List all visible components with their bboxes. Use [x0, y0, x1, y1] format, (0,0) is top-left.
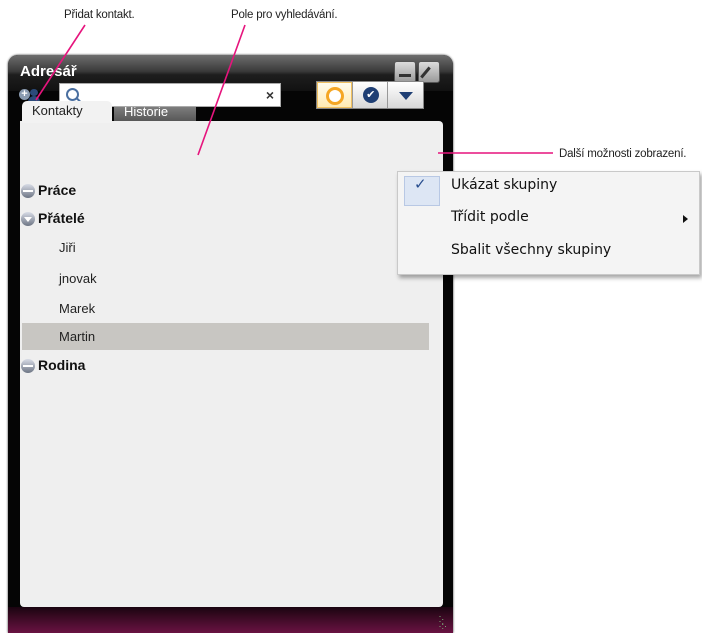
checkmark-icon: ✓: [414, 175, 427, 193]
contact-item[interactable]: Marek: [22, 295, 429, 322]
search-icon: [66, 88, 79, 101]
menu-item-label: Třídit podle: [451, 209, 529, 225]
callout-more-options: Další možnosti zobrazení.: [559, 148, 687, 160]
resize-grip-icon[interactable]: · ·: ·:·: [439, 612, 448, 631]
collapse-icon: [21, 184, 35, 198]
contact-item[interactable]: jnovak: [22, 265, 429, 292]
edit-button[interactable]: [418, 61, 440, 83]
contact-name: Jiři: [59, 240, 76, 255]
contact-name: Martin: [59, 329, 96, 344]
person-icon: [30, 89, 38, 96]
menu-item-collapse-all[interactable]: Sbalit všechny skupiny: [398, 242, 699, 269]
collapse-icon: [21, 359, 35, 373]
tab-kontakty[interactable]: Kontakty: [22, 101, 112, 123]
submenu-arrow-icon: [683, 215, 688, 223]
ring-icon: [326, 87, 344, 105]
menu-item-label: Sbalit všechny skupiny: [451, 242, 612, 258]
minimize-button[interactable]: [394, 61, 416, 83]
callout-search-field: Pole pro vyhledávání.: [231, 9, 338, 21]
group-label: Rodina: [38, 357, 86, 373]
group-label: Práce: [38, 182, 77, 198]
expand-icon: [21, 212, 35, 226]
more-options-button[interactable]: [388, 82, 423, 108]
online-filter-button[interactable]: [317, 82, 353, 108]
view-options-menu: ✓ Ukázat skupiny Třídit podle Sbalit vše…: [397, 171, 700, 275]
contact-name: Marek: [59, 301, 96, 316]
menu-item-show-groups[interactable]: ✓ Ukázat skupiny: [398, 172, 699, 206]
check-badge-icon: ✔: [362, 87, 379, 103]
chevron-down-icon: [399, 92, 414, 100]
status-bar: · ·: ·:·: [8, 607, 453, 633]
clear-search-icon[interactable]: ×: [266, 87, 274, 103]
menu-item-label: Ukázat skupiny: [451, 177, 558, 193]
contact-item[interactable]: Jiři: [22, 234, 429, 261]
status-filter-button[interactable]: ✔: [353, 82, 389, 108]
window-title: Adresář: [20, 63, 77, 80]
view-options-group: ✔: [316, 81, 424, 109]
menu-item-sort-by[interactable]: Třídit podle: [398, 208, 699, 235]
contact-item-selected[interactable]: Martin: [22, 323, 429, 350]
callout-add-contact: Přidat kontakt.: [64, 9, 135, 21]
contact-name: jnovak: [59, 271, 97, 286]
group-label: Přátelé: [38, 210, 85, 226]
